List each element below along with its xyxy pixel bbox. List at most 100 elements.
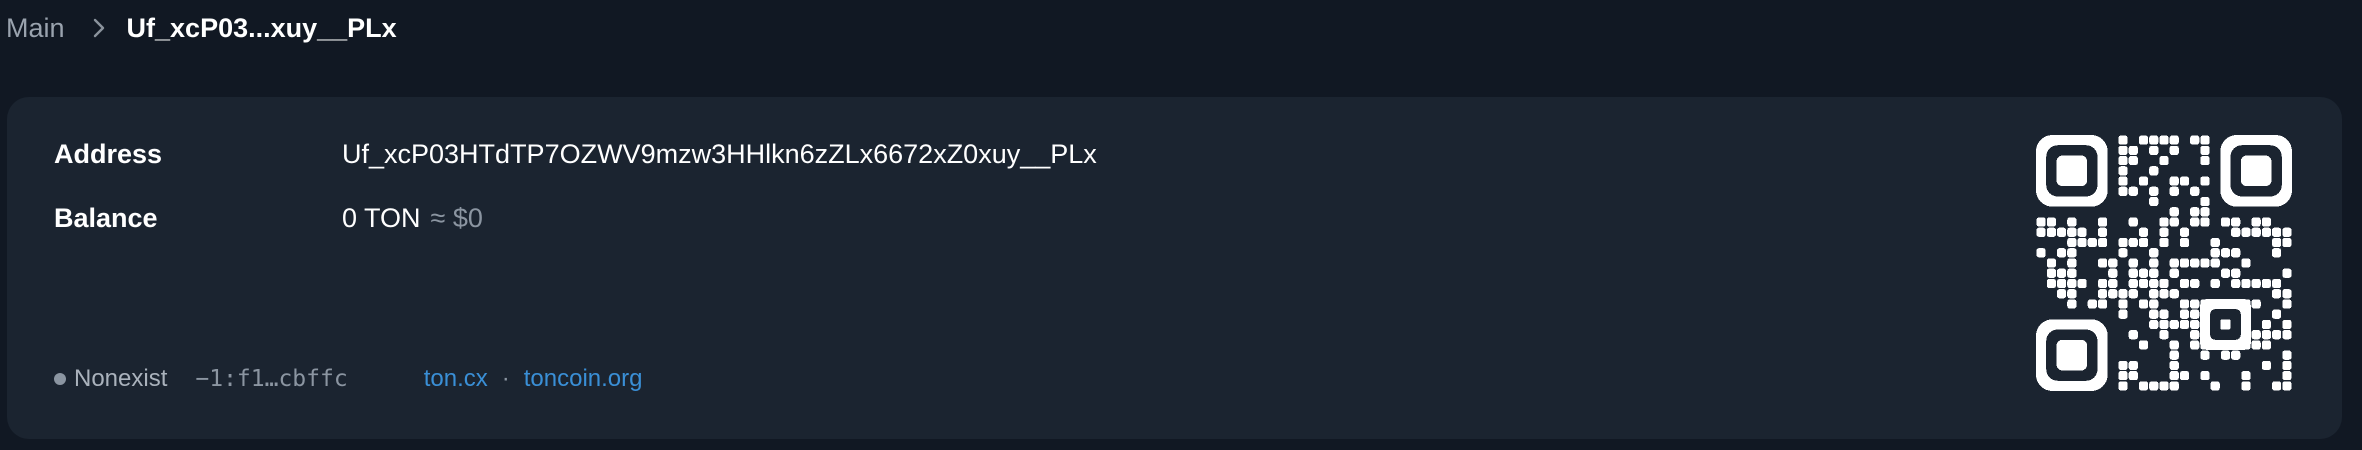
qr-module — [2149, 135, 2159, 145]
qr-module — [2036, 217, 2046, 227]
balance-label: Balance — [54, 203, 158, 233]
qr-module — [2179, 237, 2190, 248]
qr-module — [2210, 248, 2220, 258]
balance-fiat: ≈ $0 — [430, 203, 483, 233]
qr-module — [2231, 268, 2241, 278]
qr-module — [2261, 360, 2272, 371]
qr-module — [2118, 248, 2128, 258]
qr-module — [2097, 278, 2108, 289]
qr-module — [2282, 289, 2292, 299]
qr-module — [2190, 207, 2200, 217]
qr-module — [2200, 145, 2210, 155]
qr-module — [2128, 145, 2138, 155]
qr-module — [2200, 155, 2210, 166]
qr-module — [2272, 309, 2282, 319]
qr-module — [2128, 360, 2138, 371]
qr-module — [2169, 207, 2179, 217]
qr-module — [2056, 289, 2067, 299]
qr-module — [2282, 371, 2292, 381]
address-value[interactable]: Uf_xcP03HTdTP7OZWV9mzw3HHlkn6zZLx6672xZ0… — [342, 139, 1097, 170]
qr-module — [2046, 217, 2056, 227]
qr-module — [2190, 258, 2200, 268]
qr-module — [2251, 278, 2261, 289]
qr-module — [2159, 278, 2169, 289]
qr-module — [2179, 258, 2190, 268]
qr-module — [2282, 330, 2292, 340]
account-card: Address Uf_xcP03HTdTP7OZWV9mzw3HHlkn6zZL… — [7, 97, 2342, 439]
breadcrumb-main-link[interactable]: Main — [6, 13, 65, 44]
qr-module — [2067, 237, 2077, 248]
qr-module — [2200, 176, 2210, 186]
qr-module — [2046, 258, 2056, 268]
qr-module — [2169, 186, 2179, 196]
qr-module — [2118, 166, 2128, 176]
qr-module — [2149, 289, 2159, 299]
qr-module — [2282, 237, 2292, 248]
qr-module — [2282, 381, 2292, 391]
balance-row: Balance 0 TON ≈ $0 — [54, 203, 483, 234]
qr-module — [2128, 289, 2138, 299]
qr-code-icon[interactable] — [2036, 135, 2292, 391]
qr-module — [2210, 258, 2220, 268]
qr-module — [2200, 196, 2210, 207]
qr-module — [2190, 319, 2200, 330]
qr-module — [2056, 278, 2067, 289]
qr-module — [2272, 278, 2282, 289]
account-footer: Nonexist −1:f1…cbffc ton.cx · toncoin.or… — [54, 365, 642, 393]
qr-module — [2241, 258, 2251, 268]
balance-value: 0 TON — [342, 203, 421, 233]
address-label: Address — [54, 139, 163, 169]
qr-module — [2138, 381, 2149, 391]
qr-module — [2118, 381, 2128, 391]
qr-module — [2138, 176, 2149, 186]
qr-module — [2231, 217, 2241, 227]
qr-module — [2200, 135, 2210, 145]
qr-module — [2240, 155, 2272, 187]
status-badge: Nonexist — [74, 365, 168, 392]
qr-module — [2149, 166, 2159, 176]
qr-module — [2169, 340, 2179, 350]
qr-module — [2169, 319, 2179, 330]
qr-module — [2220, 350, 2231, 360]
qr-module — [2282, 268, 2292, 278]
qr-module — [2138, 268, 2149, 278]
qr-module — [2282, 360, 2292, 371]
qr-module — [2282, 350, 2292, 360]
qr-module — [2179, 371, 2190, 381]
qr-module — [2220, 248, 2231, 258]
qr-module — [2190, 299, 2200, 309]
qr-module — [2159, 289, 2169, 299]
qr-module — [2056, 339, 2088, 371]
raw-address[interactable]: −1:f1…cbffc — [195, 366, 347, 392]
qr-module — [2097, 289, 2108, 299]
qr-module — [2036, 248, 2046, 258]
qr-module — [2149, 248, 2159, 258]
qr-module — [2179, 319, 2190, 330]
qr-module — [2159, 155, 2169, 166]
explorer-link-toncx[interactable]: ton.cx — [424, 365, 488, 393]
qr-module — [2272, 248, 2282, 258]
qr-module — [2118, 371, 2128, 381]
qr-module — [2231, 248, 2241, 258]
explorer-link-toncoin[interactable]: toncoin.org — [524, 365, 643, 393]
qr-module — [2138, 278, 2149, 289]
qr-module — [2159, 135, 2169, 145]
qr-module — [2149, 145, 2159, 155]
qr-module — [2128, 155, 2138, 166]
qr-module — [2241, 371, 2251, 381]
qr-module — [2108, 258, 2118, 268]
qr-module — [2190, 217, 2200, 227]
qr-module — [2241, 278, 2251, 289]
qr-module — [2128, 258, 2138, 268]
qr-module — [2220, 217, 2231, 227]
qr-module — [2149, 309, 2159, 319]
qr-module — [2169, 381, 2179, 391]
qr-module — [2231, 350, 2241, 360]
qr-module — [2261, 278, 2272, 289]
qr-module — [2272, 289, 2282, 299]
qr-module — [2056, 155, 2088, 187]
qr-module — [2118, 309, 2128, 319]
qr-module — [2097, 227, 2108, 237]
qr-module — [2231, 227, 2241, 237]
qr-module — [2220, 319, 2231, 330]
